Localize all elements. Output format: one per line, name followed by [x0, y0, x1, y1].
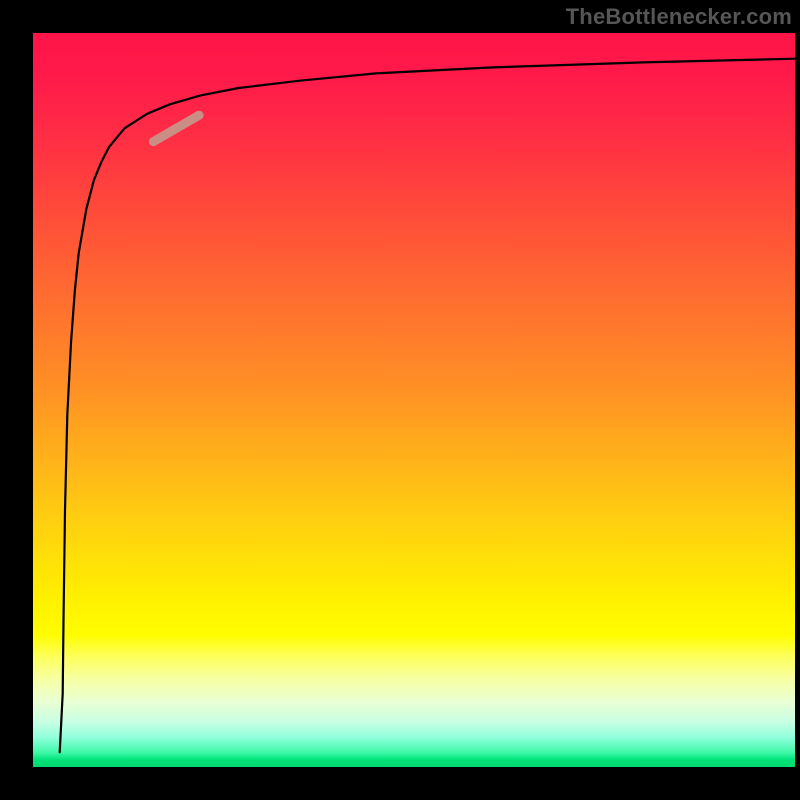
- watermark-text: TheBottlenecker.com: [566, 4, 792, 30]
- plot-area: [33, 33, 795, 767]
- chart-canvas: TheBottlenecker.com: [0, 0, 800, 800]
